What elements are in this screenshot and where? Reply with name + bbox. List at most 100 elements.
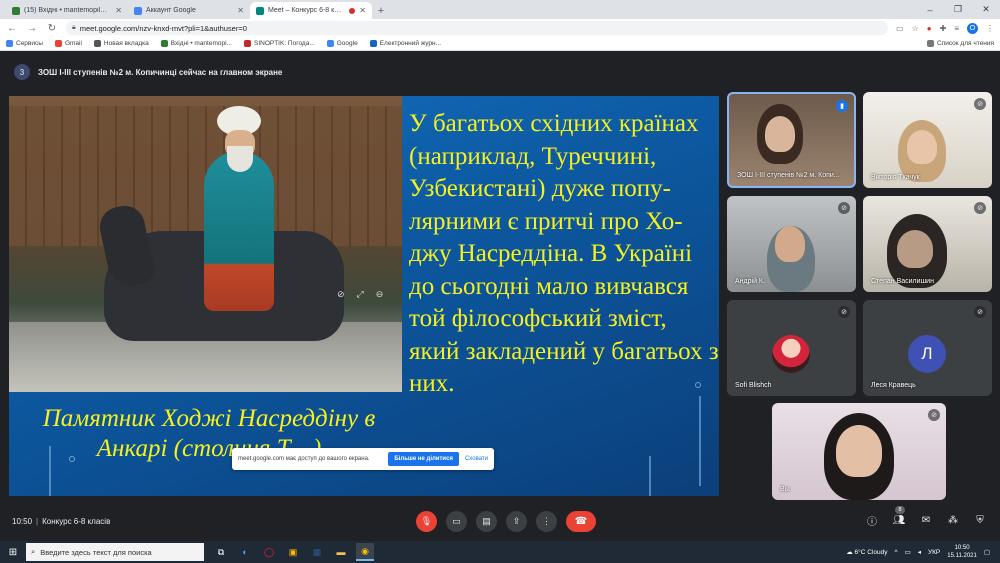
mic-off-icon: ⊘ — [838, 202, 850, 214]
mic-off-icon: ⊘ — [838, 306, 850, 318]
fullscreen-icon[interactable]: ⤢ — [357, 289, 364, 300]
participant-face — [765, 116, 795, 152]
file-explorer-icon[interactable]: ▬ — [332, 543, 350, 561]
back-icon[interactable]: ← — [6, 23, 18, 34]
tab-meet[interactable]: Meet – Конкурс 6-8 класів ✕ — [250, 2, 372, 19]
chat-icon[interactable]: ✉︎ — [920, 514, 932, 526]
tab-title: Аккаунт Google — [146, 7, 196, 14]
opera-icon[interactable]: ◯ — [260, 543, 278, 561]
edge-icon[interactable]: ◐ — [236, 543, 254, 561]
present-screen-button[interactable]: ⇪ — [506, 511, 527, 532]
close-tab-icon[interactable]: ✕ — [237, 6, 244, 15]
participant-name: ЗОШ I-III ступенів №2 м. Копи... — [737, 172, 840, 179]
bookmark-new-tab[interactable]: Новая вкладка — [93, 40, 149, 47]
forward-icon[interactable]: → — [26, 23, 38, 34]
meeting-time: 10:50 — [12, 517, 33, 526]
journal-icon — [369, 40, 377, 47]
tab-gmail[interactable]: (15) Вхідні • mantemopil@ukr.ne ✕ — [6, 2, 128, 19]
bookmark-google[interactable]: Google — [326, 40, 358, 47]
meeting-details-icon[interactable]: ⓘ — [866, 514, 878, 528]
extensions-puzzle-icon[interactable]: ✚ — [940, 24, 947, 33]
participant-avatar: Л — [908, 335, 946, 373]
participant-tile-stepan[interactable]: ⊘ Степан Василишин — [863, 196, 992, 292]
maximize-icon[interactable]: ❐ — [944, 0, 972, 19]
microphone-off-button[interactable]: 🎙︎ — [416, 511, 437, 532]
participant-tile-andrii[interactable]: ⊘ Андрій К. — [727, 196, 856, 292]
language-indicator[interactable]: УКР — [928, 549, 940, 556]
mic-off-icon: ⊘ — [928, 409, 940, 421]
volume-icon[interactable]: ◂ — [918, 548, 921, 556]
taskbar-search[interactable]: ⌕ Введите здесь текст для поиска — [26, 543, 204, 561]
notifications-icon[interactable]: ▢ — [984, 548, 990, 556]
mic-off-icon: ⊘ — [974, 98, 986, 110]
participant-tile-self[interactable]: ⊘ Вы — [772, 403, 946, 500]
bookmark-star-icon[interactable]: ☆ — [912, 24, 919, 33]
tray-chevron-icon[interactable]: ^ — [895, 549, 898, 556]
opera-extension-icon[interactable]: ● — [927, 24, 932, 33]
participant-tile-viktoriia[interactable]: ⊘ Вікторія Ткачук — [863, 92, 992, 188]
pin-icon[interactable]: ⊘ — [337, 289, 345, 300]
cloud-icon: ☁︎ — [846, 549, 853, 556]
google-icon — [326, 40, 334, 47]
chrome-icon[interactable]: ◉ — [356, 543, 374, 561]
task-view-icon[interactable]: ⧉ — [212, 543, 230, 561]
more-options-icon[interactable]: ⊖ — [376, 289, 384, 300]
system-tray: ☁︎ 6°C Cloudy ^ ▭ ◂ УКР 10:50 15.11.2021… — [846, 544, 1000, 560]
cast-icon[interactable]: ▭ — [896, 24, 904, 33]
new-tab-button[interactable]: + — [372, 2, 390, 19]
mic-off-icon: ⊘ — [974, 306, 986, 318]
participant-face — [775, 226, 805, 262]
people-icon[interactable]: 👥︎ 8 — [893, 506, 905, 526]
camera-button[interactable]: ▭ — [446, 511, 467, 532]
taskbar-apps: ⧉ ◐ ◯ ▣ ▦ ▬ ◉ — [212, 543, 374, 561]
bookmark-gmail[interactable]: Gmail — [54, 40, 82, 47]
participant-name: Леся Кравець — [871, 382, 916, 389]
url-text: meet.google.com/nzv-knxd-mvt?pli=1&authu… — [79, 23, 247, 33]
bookmark-apps[interactable]: Сервисы — [6, 40, 43, 47]
participant-name: Вікторія Ткачук — [871, 174, 920, 181]
participant-name: Sofi Blishch — [735, 382, 772, 389]
store-icon[interactable]: ▣ — [284, 543, 302, 561]
close-window-icon[interactable]: ✕ — [972, 0, 1000, 19]
taskbar-clock[interactable]: 10:50 15.11.2021 — [947, 544, 977, 560]
globe-icon — [93, 40, 101, 47]
media-control-icon[interactable]: ≡ — [954, 24, 959, 33]
host-controls-icon[interactable]: ⛨ — [974, 514, 986, 526]
window-controls: – ❐ ✕ — [916, 0, 1000, 19]
reading-list[interactable]: Список для чтения — [927, 40, 994, 47]
decor-line — [649, 456, 651, 496]
tab-google-account[interactable]: Аккаунт Google ✕ — [128, 2, 250, 19]
address-bar[interactable]: 🔒︎ meet.google.com/nzv-knxd-mvt?pli=1&au… — [66, 21, 889, 35]
participant-tile-lesia[interactable]: Л ⊘ Леся Кравець — [863, 300, 992, 396]
bookmark-inbox[interactable]: Вхідні • mantemopi... — [160, 40, 232, 47]
profile-avatar[interactable]: O — [967, 22, 978, 34]
stop-sharing-button[interactable]: Більше не ділитися — [388, 452, 459, 466]
hide-notice-button[interactable]: Сховати — [465, 456, 488, 462]
participant-tile-sofi[interactable]: ⊘ Sofi Blishch — [727, 300, 856, 396]
end-call-button[interactable]: ☎︎ — [566, 511, 596, 532]
weather-icon — [243, 40, 251, 47]
close-tab-icon[interactable]: ✕ — [359, 6, 366, 15]
close-tab-icon[interactable]: ✕ — [115, 6, 122, 15]
google-icon — [54, 40, 62, 47]
menu-kebab-icon[interactable]: ⋮ — [986, 24, 994, 33]
more-options-button[interactable]: ⋮ — [536, 511, 557, 532]
network-icon[interactable]: ▭ — [905, 548, 911, 556]
participant-tile-school[interactable]: ▮ ЗОШ I-III ступенів №2 м. Копи... — [727, 92, 856, 188]
captions-button[interactable]: ▤ — [476, 511, 497, 532]
mail-favicon-icon — [12, 6, 20, 15]
activities-icon[interactable]: ⁂ — [947, 514, 959, 526]
bookmark-journal[interactable]: Електронний журн... — [369, 40, 441, 47]
reload-icon[interactable]: ↻ — [46, 23, 58, 34]
word-icon[interactable]: ▦ — [308, 543, 326, 561]
participant-avatar — [772, 335, 810, 373]
bookmark-sinoptik[interactable]: SINOPTIK: Погода... — [243, 40, 315, 47]
meeting-info: 10:50 | Конкурс 6-8 класів — [12, 517, 111, 526]
meeting-title[interactable]: Конкурс 6-8 класів — [42, 517, 110, 526]
minimize-icon[interactable]: – — [916, 0, 944, 19]
presenters-count-badge[interactable]: 3 — [14, 64, 30, 80]
windows-start-icon[interactable]: ⊞ — [0, 541, 26, 563]
slide-main-text: У багатьох східних країнах (наприклад, Т… — [409, 110, 719, 397]
weather-widget[interactable]: ☁︎ 6°C Cloudy — [846, 548, 887, 556]
search-placeholder: Введите здесь текст для поиска — [40, 547, 152, 557]
